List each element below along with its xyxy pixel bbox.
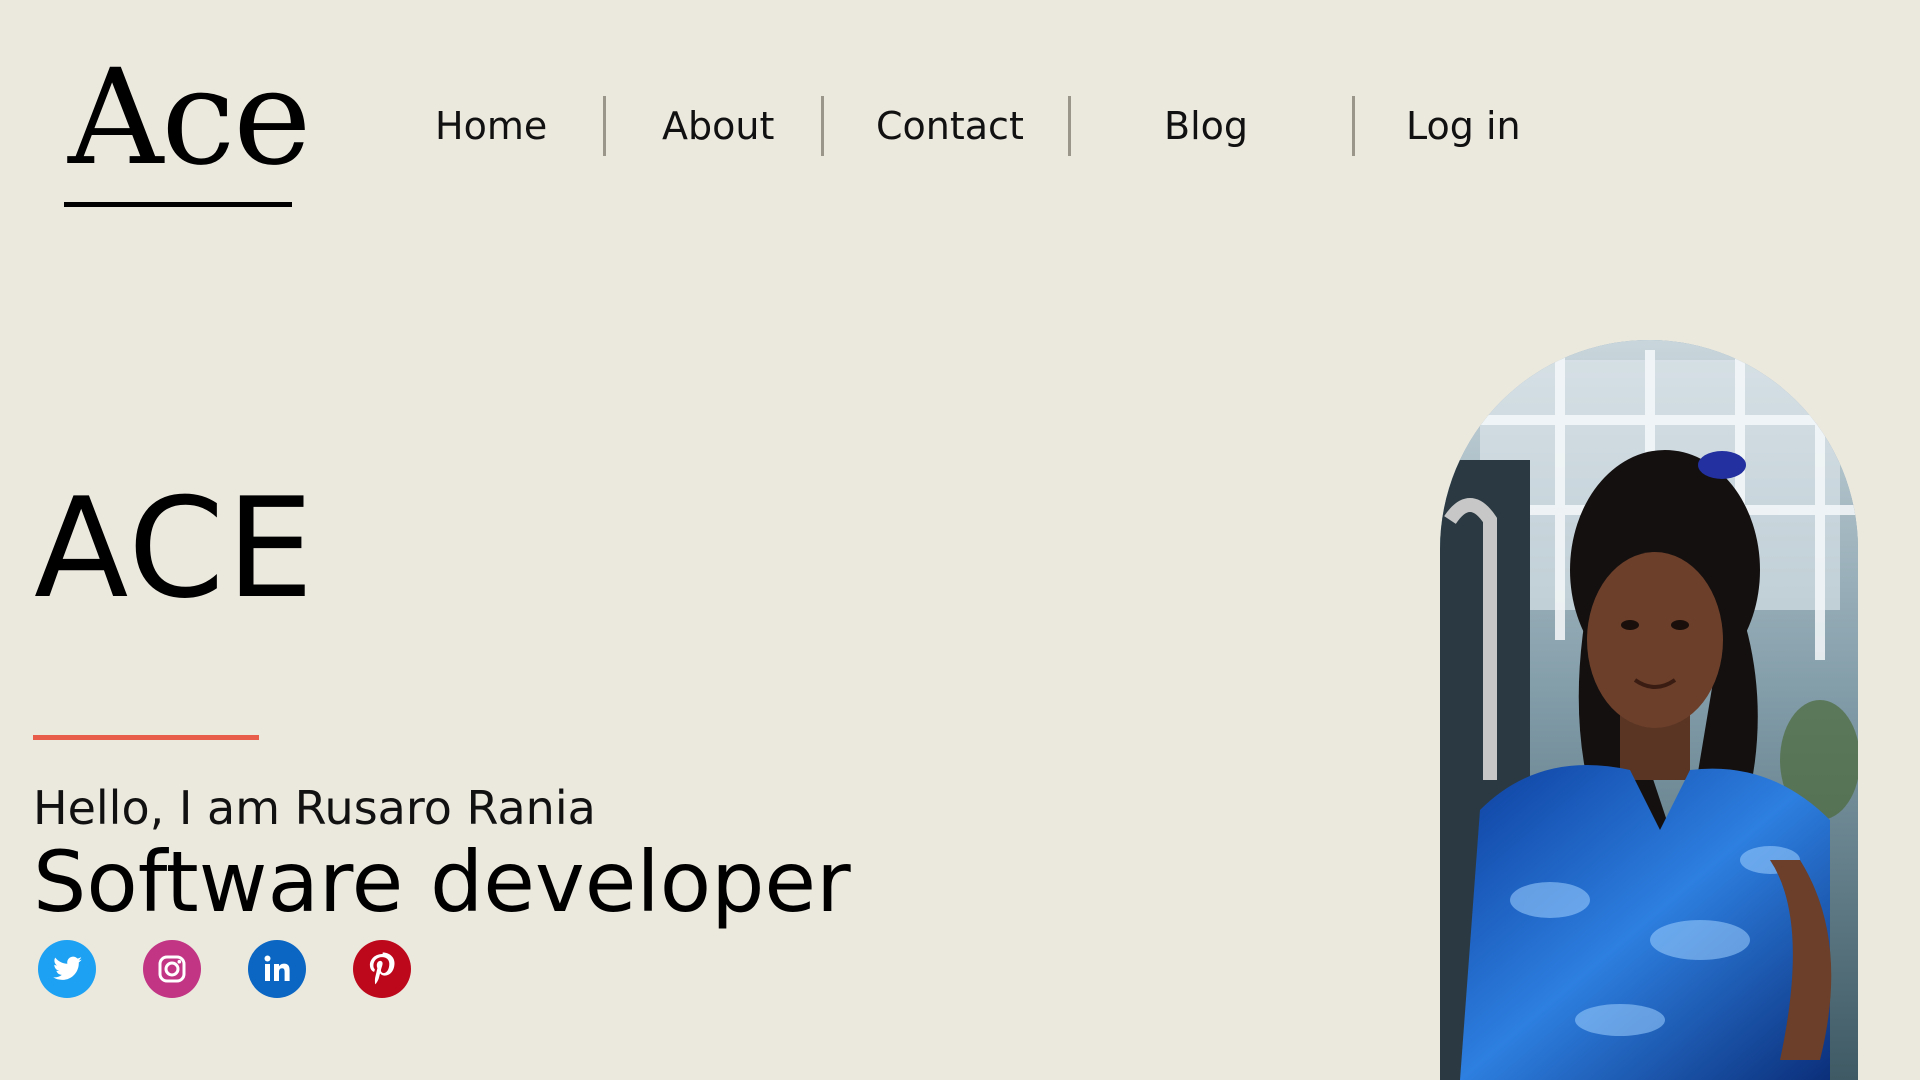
nav-item-login[interactable]: Log in [1406,96,1521,156]
nav-item-about[interactable]: About [662,96,774,156]
greeting-text: Hello, I am Rusaro Rania [33,781,596,835]
nav-item-home[interactable]: Home [435,96,547,156]
nav-divider [821,96,824,156]
profile-photo [1440,340,1858,1080]
social-links [38,940,458,1000]
role-title: Software developer [33,833,851,931]
nav-divider [603,96,606,156]
pinterest-icon[interactable] [353,940,411,998]
logo-underline [64,202,292,207]
instagram-icon[interactable] [143,940,201,998]
nav-divider [1068,96,1071,156]
twitter-icon[interactable] [38,940,96,998]
linkedin-icon[interactable] [248,940,306,998]
accent-divider [33,735,259,740]
nav-divider [1352,96,1355,156]
nav-item-blog[interactable]: Blog [1164,96,1248,156]
nav-item-contact[interactable]: Contact [876,96,1024,156]
main-nav: Home About Contact Blog Log in [0,96,1920,156]
hero-title: ACE [34,468,316,629]
